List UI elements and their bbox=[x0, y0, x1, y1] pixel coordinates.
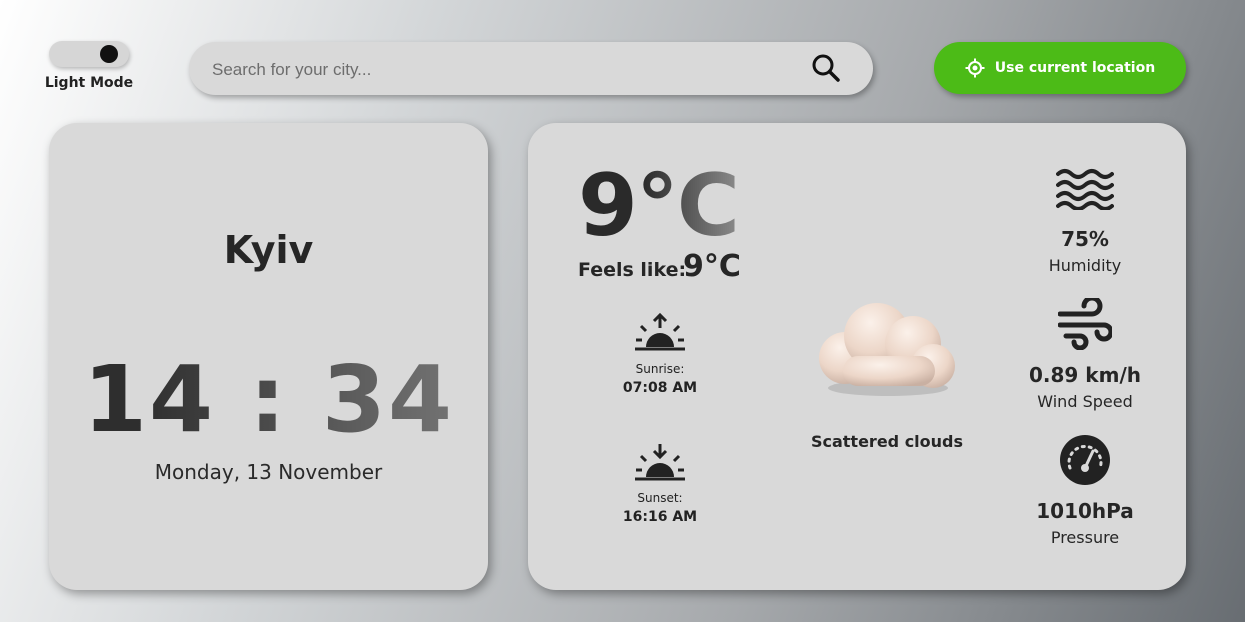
theme-toggle[interactable] bbox=[49, 41, 129, 67]
toggle-knob[interactable] bbox=[100, 45, 118, 63]
sunrise-label: Sunrise: bbox=[635, 362, 685, 376]
pressure-value: 1010hPa bbox=[1036, 499, 1134, 523]
waves-icon bbox=[1056, 169, 1114, 210]
gauge-icon bbox=[1060, 435, 1110, 485]
city-name: Kyiv bbox=[223, 228, 314, 272]
crosshair-icon bbox=[965, 58, 985, 78]
wind-icon bbox=[1058, 298, 1112, 350]
use-current-location-button[interactable]: Use current location bbox=[934, 42, 1186, 94]
sunset-time: 16:16 AM bbox=[622, 509, 698, 525]
temperature: 9°C bbox=[578, 156, 740, 256]
pressure-label: Pressure bbox=[1050, 528, 1120, 547]
local-time: 14 : 34 bbox=[49, 350, 488, 450]
humidity-label: Humidity bbox=[1048, 256, 1122, 275]
wind-speed-value: 0.89 km/h bbox=[1029, 363, 1141, 387]
sunrise-icon bbox=[635, 312, 685, 351]
humidity-value: 75% bbox=[1061, 227, 1109, 251]
sunrise-time: 07:08 AM bbox=[622, 380, 698, 396]
feels-like-value: 9°C bbox=[683, 249, 741, 284]
theme-toggle-label: Light Mode bbox=[44, 75, 134, 91]
cloud-icon bbox=[819, 303, 955, 396]
use-current-location-label: Use current location bbox=[994, 60, 1156, 76]
search-bar bbox=[189, 42, 873, 97]
sunset-label: Sunset: bbox=[637, 491, 683, 505]
sunset-icon bbox=[635, 444, 685, 481]
local-date: Monday, 13 November bbox=[154, 460, 383, 484]
search-input[interactable] bbox=[210, 42, 794, 97]
feels-like-label: Feels like: bbox=[578, 259, 687, 281]
weather-description: Scattered clouds bbox=[810, 432, 964, 451]
search-icon[interactable] bbox=[811, 53, 841, 83]
wind-speed-label: Wind Speed bbox=[1037, 392, 1133, 411]
